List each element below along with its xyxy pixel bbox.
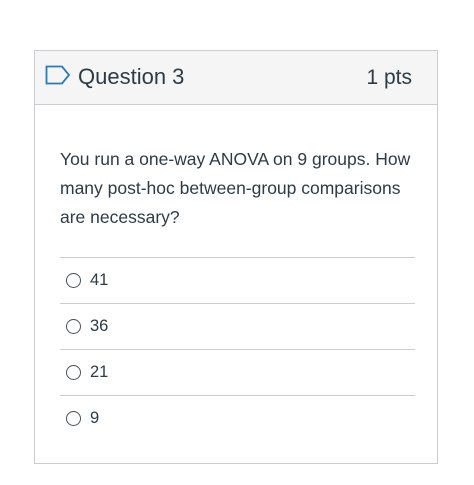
answer-list: 41 36 21 9	[60, 257, 415, 441]
radio-button[interactable]	[66, 411, 81, 426]
question-header: Question 3 1 pts	[35, 51, 437, 105]
answer-label[interactable]: 9	[90, 407, 99, 429]
radio-button[interactable]	[66, 365, 81, 380]
answer-option[interactable]: 36	[60, 303, 415, 349]
radio-button[interactable]	[66, 273, 81, 288]
answer-label[interactable]: 41	[90, 269, 108, 291]
flag-outline-icon[interactable]	[45, 65, 71, 85]
answer-label[interactable]: 36	[90, 315, 108, 337]
answer-option[interactable]: 41	[60, 257, 415, 303]
answer-label[interactable]: 21	[90, 361, 108, 383]
question-title: Question 3	[78, 64, 185, 89]
radio-button[interactable]	[66, 319, 81, 334]
answer-option[interactable]: 9	[60, 395, 415, 441]
question-card: Question 3 1 pts You run a one-way ANOVA…	[34, 50, 438, 464]
question-text: You run a one-way ANOVA on 9 groups. How…	[60, 149, 411, 227]
answer-option[interactable]: 21	[60, 349, 415, 395]
question-points: 1 pts	[366, 66, 412, 89]
